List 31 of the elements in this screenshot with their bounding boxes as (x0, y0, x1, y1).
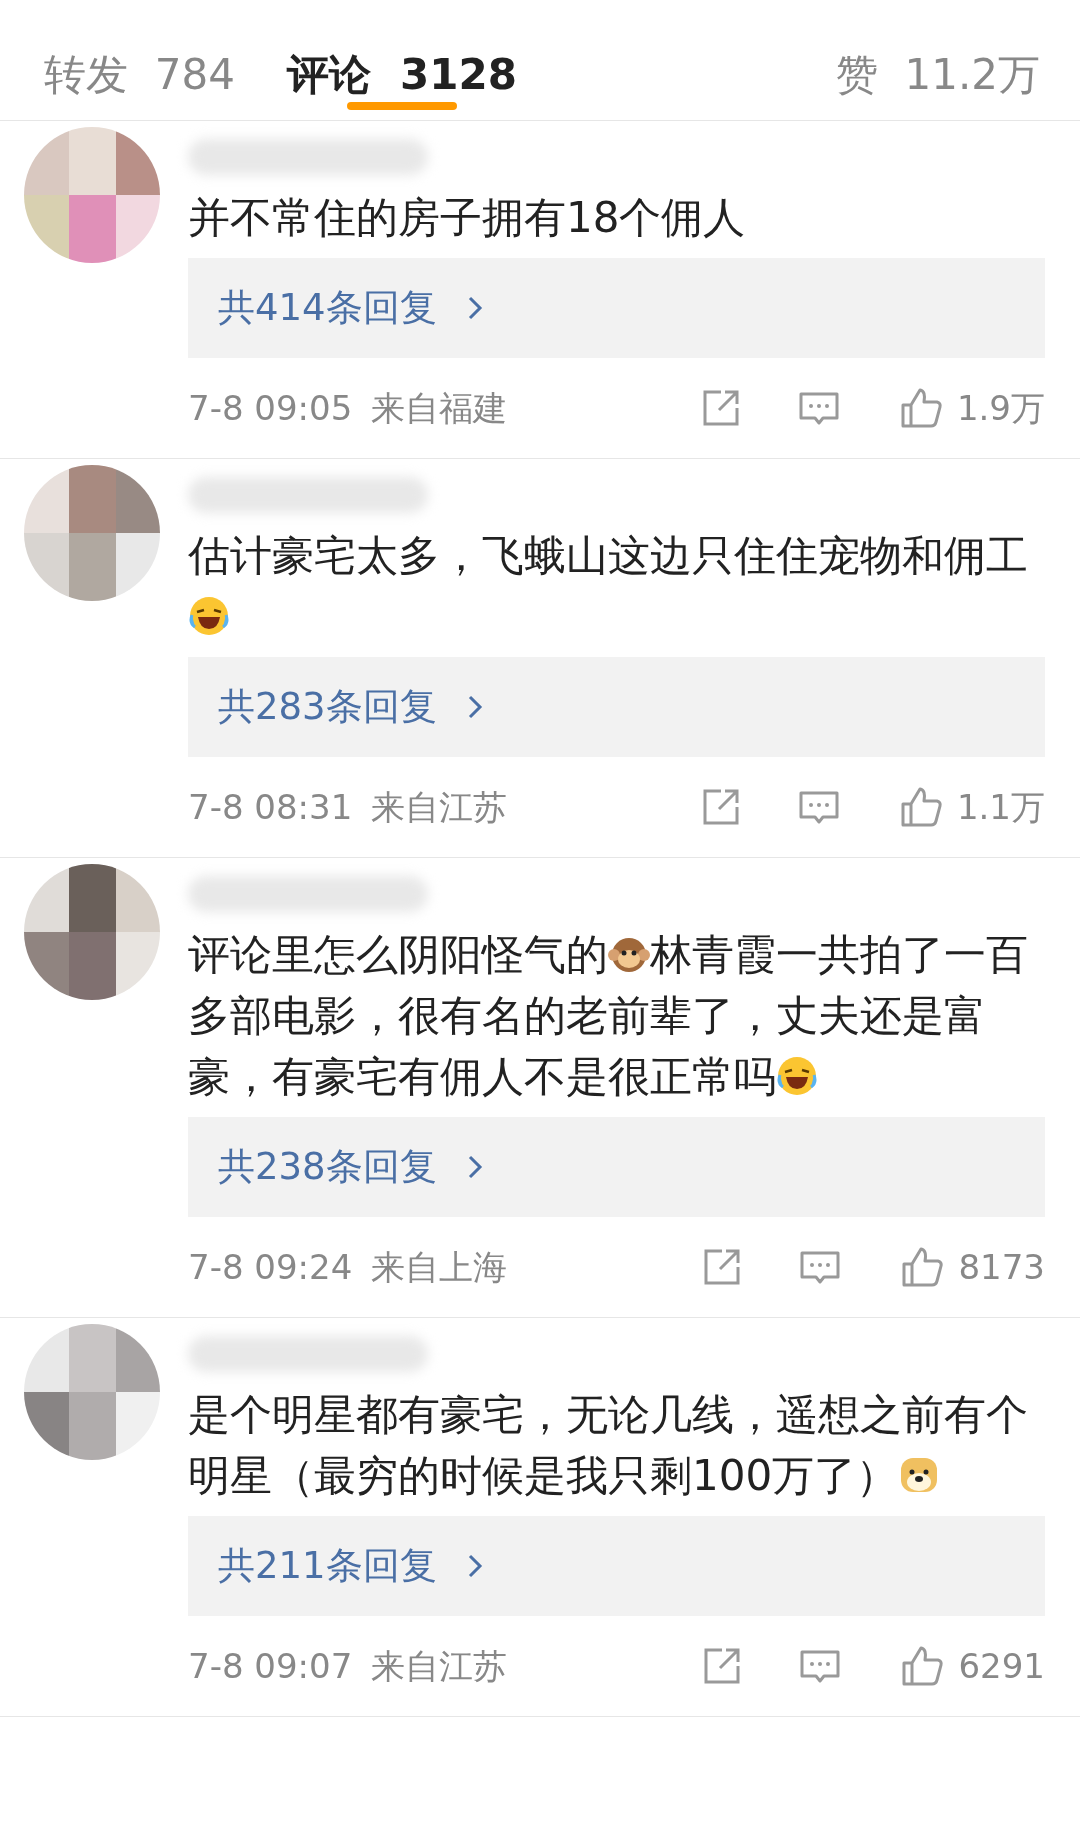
comment-text: 并不常住的房子拥有18个佣人 (188, 192, 747, 244)
tab[interactable]: 转发 784 (44, 0, 235, 120)
comment-location: 来自福建 (371, 386, 508, 430)
like-count: 1.9万 (956, 386, 1045, 430)
replies-link[interactable]: 共414条回复 (188, 258, 1045, 358)
comment-text: 估计豪宅太多，飞蛾山这边只住住宠物和佣工 (188, 525, 1045, 647)
comment-time: 7-8 09:24 (188, 1245, 354, 1289)
replies-link[interactable]: 共283条回复 (188, 657, 1045, 757)
comment-time: 7-8 09:07 (188, 1644, 354, 1688)
like-count: 8173 (958, 1245, 1045, 1289)
replies-link[interactable]: 共238条回复 (188, 1117, 1045, 1217)
comment-location: 来自上海 (371, 1245, 508, 1289)
tab[interactable]: 评论 3128 (286, 0, 517, 120)
thumbs-up-icon[interactable] (900, 1245, 945, 1289)
tab[interactable]: 赞 11.2万 (835, 0, 1040, 120)
thumbs-up-icon[interactable] (900, 1644, 945, 1688)
comment-location: 来自江苏 (371, 1644, 508, 1688)
laugh-emoji-icon (776, 1055, 818, 1097)
chevron-icon (466, 694, 483, 720)
like-count: 6291 (958, 1644, 1045, 1688)
chevron-icon (466, 1154, 483, 1180)
chevron-icon (466, 1553, 483, 1579)
comment-text: 评论里怎么阴阳怪气的 林青霞一共拍了一百多部电影，很有名的老前辈了，丈夫还是富豪，有豪宅有佣人不是很正常吗 (188, 929, 1029, 1103)
laugh-emoji-icon (188, 595, 230, 637)
comment-time: 7-8 09:05 (188, 386, 354, 430)
like-count: 1.1万 (956, 785, 1045, 829)
comment-location: 来自江苏 (371, 785, 508, 829)
replies-link[interactable]: 共211条回复 (188, 1516, 1045, 1616)
chevron-icon (466, 295, 483, 321)
comment-text: 是个明星都有豪宅，无论几线，遥想之前有个明星（最穷的时候是我只剩100万了） (188, 1389, 1029, 1502)
comment-time: 7-8 08:31 (188, 785, 354, 829)
